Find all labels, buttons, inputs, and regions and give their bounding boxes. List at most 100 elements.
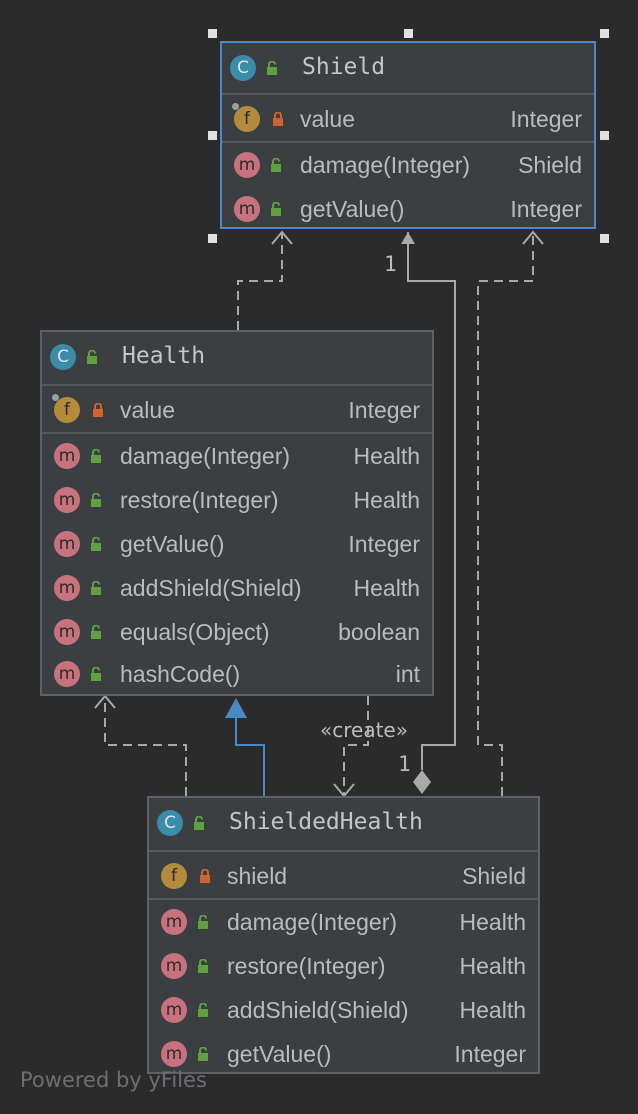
private-lock-icon bbox=[200, 869, 210, 883]
class-name: Health bbox=[122, 343, 206, 369]
method-return-type: Integer bbox=[510, 196, 582, 222]
multiplicity-shieldedhealth-end: 1 bbox=[398, 752, 411, 776]
class-shield[interactable]: C Shield f value Integer m damage(Intege… bbox=[220, 41, 596, 229]
shieldedhealth-extends-health bbox=[225, 698, 265, 796]
method-row[interactable]: m damage(Integer) Health bbox=[42, 434, 432, 478]
field-name: value bbox=[300, 106, 355, 132]
selection-handle[interactable] bbox=[600, 234, 609, 243]
public-lock-icon bbox=[91, 581, 101, 595]
multiplicity-shield-end: 1 bbox=[384, 252, 397, 276]
method-icon: m bbox=[161, 997, 187, 1023]
health-creates-shieldedhealth bbox=[333, 696, 369, 798]
method-icon: m bbox=[161, 953, 187, 979]
public-lock-icon bbox=[198, 1047, 208, 1061]
field-type: Shield bbox=[462, 863, 526, 889]
selection-handle[interactable] bbox=[404, 29, 413, 38]
field-icon: f bbox=[234, 106, 260, 132]
method-return-type: Health bbox=[459, 909, 526, 935]
method-name: getValue() bbox=[300, 196, 405, 222]
class-header: C ShieldedHealth bbox=[149, 798, 538, 848]
method-return-type: int bbox=[395, 661, 420, 687]
public-lock-icon bbox=[91, 537, 101, 551]
method-return-type: Health bbox=[459, 997, 526, 1023]
method-return-type: Shield bbox=[518, 152, 582, 178]
static-pin-icon bbox=[52, 394, 59, 401]
method-row[interactable]: m getValue() Integer bbox=[42, 522, 432, 566]
field-type: Integer bbox=[348, 397, 420, 423]
method-return-type: Integer bbox=[348, 531, 420, 557]
method-row[interactable]: m restore(Integer) Health bbox=[149, 944, 538, 988]
class-icon: C bbox=[230, 55, 256, 81]
method-row[interactable]: m addShield(Shield) Health bbox=[149, 988, 538, 1032]
method-icon: m bbox=[54, 487, 80, 513]
method-icon: m bbox=[161, 1041, 187, 1067]
selection-handle[interactable] bbox=[600, 29, 609, 38]
method-return-type: Health bbox=[353, 443, 420, 469]
method-icon: m bbox=[161, 909, 187, 935]
method-name: damage(Integer) bbox=[300, 152, 471, 178]
public-lock-icon bbox=[91, 667, 101, 681]
divider bbox=[42, 384, 432, 386]
method-name: addShield(Shield) bbox=[227, 997, 409, 1023]
method-icon: m bbox=[54, 661, 80, 687]
create-stereotype-label: «create» bbox=[320, 718, 408, 742]
method-row[interactable]: m damage(Integer) Health bbox=[149, 900, 538, 944]
public-lock-icon bbox=[198, 915, 208, 929]
method-name: getValue() bbox=[227, 1041, 332, 1067]
class-header: C Shield bbox=[222, 43, 594, 93]
method-icon: m bbox=[54, 443, 80, 469]
shieldedhealth-to-health-dependency bbox=[94, 694, 187, 796]
method-icon: m bbox=[54, 575, 80, 601]
method-row[interactable]: m getValue() Integer bbox=[149, 1032, 538, 1076]
divider bbox=[149, 850, 538, 852]
powered-by-watermark: Powered by yFiles bbox=[20, 1068, 207, 1092]
class-health[interactable]: C Health f value Integer m damage(Intege… bbox=[40, 330, 434, 696]
selection-handle[interactable] bbox=[600, 131, 609, 140]
method-row[interactable]: m getValue() Integer bbox=[222, 187, 594, 231]
field-name: value bbox=[120, 397, 175, 423]
class-shieldedhealth[interactable]: C ShieldedHealth f shield Shield m damag… bbox=[147, 796, 540, 1074]
method-name: restore(Integer) bbox=[227, 953, 386, 979]
method-row[interactable]: m addShield(Shield) Health bbox=[42, 566, 432, 610]
method-name: equals(Object) bbox=[120, 619, 270, 645]
field-icon: f bbox=[161, 863, 187, 889]
field-row[interactable]: f value Integer bbox=[42, 388, 432, 432]
shieldedhealth-to-shield-dependency bbox=[477, 230, 544, 796]
method-name: restore(Integer) bbox=[120, 487, 279, 513]
method-icon: m bbox=[234, 152, 260, 178]
method-return-type: boolean bbox=[338, 619, 420, 645]
method-row[interactable]: m restore(Integer) Health bbox=[42, 478, 432, 522]
field-name: shield bbox=[227, 863, 288, 889]
health-to-shield-dependency bbox=[237, 230, 293, 330]
method-row[interactable]: m damage(Integer) Shield bbox=[222, 143, 594, 187]
field-icon: f bbox=[54, 397, 80, 423]
public-lock-icon bbox=[271, 202, 281, 216]
method-return-type: Health bbox=[353, 575, 420, 601]
method-row[interactable]: m hashCode() int bbox=[42, 652, 432, 696]
method-icon: m bbox=[54, 619, 80, 645]
public-lock-icon bbox=[198, 1003, 208, 1017]
public-lock-icon bbox=[267, 61, 277, 75]
method-name: damage(Integer) bbox=[227, 909, 398, 935]
selection-handle[interactable] bbox=[208, 29, 217, 38]
public-lock-icon bbox=[91, 625, 101, 639]
method-name: getValue() bbox=[120, 531, 225, 557]
method-row[interactable]: m equals(Object) boolean bbox=[42, 610, 432, 654]
selection-handle[interactable] bbox=[208, 131, 217, 140]
public-lock-icon bbox=[271, 158, 281, 172]
field-type: Integer bbox=[510, 106, 582, 132]
class-icon: C bbox=[50, 344, 76, 370]
public-lock-icon bbox=[91, 493, 101, 507]
selection-handle[interactable] bbox=[208, 234, 217, 243]
class-name: ShieldedHealth bbox=[229, 809, 423, 835]
field-row[interactable]: f value Integer bbox=[222, 97, 594, 141]
field-row[interactable]: f shield Shield bbox=[149, 854, 538, 898]
class-header: C Health bbox=[42, 332, 432, 382]
method-icon: m bbox=[54, 531, 80, 557]
method-return-type: Health bbox=[459, 953, 526, 979]
private-lock-icon bbox=[93, 403, 103, 417]
public-lock-icon bbox=[198, 959, 208, 973]
method-name: damage(Integer) bbox=[120, 443, 291, 469]
class-icon: C bbox=[157, 810, 183, 836]
method-return-type: Health bbox=[353, 487, 420, 513]
